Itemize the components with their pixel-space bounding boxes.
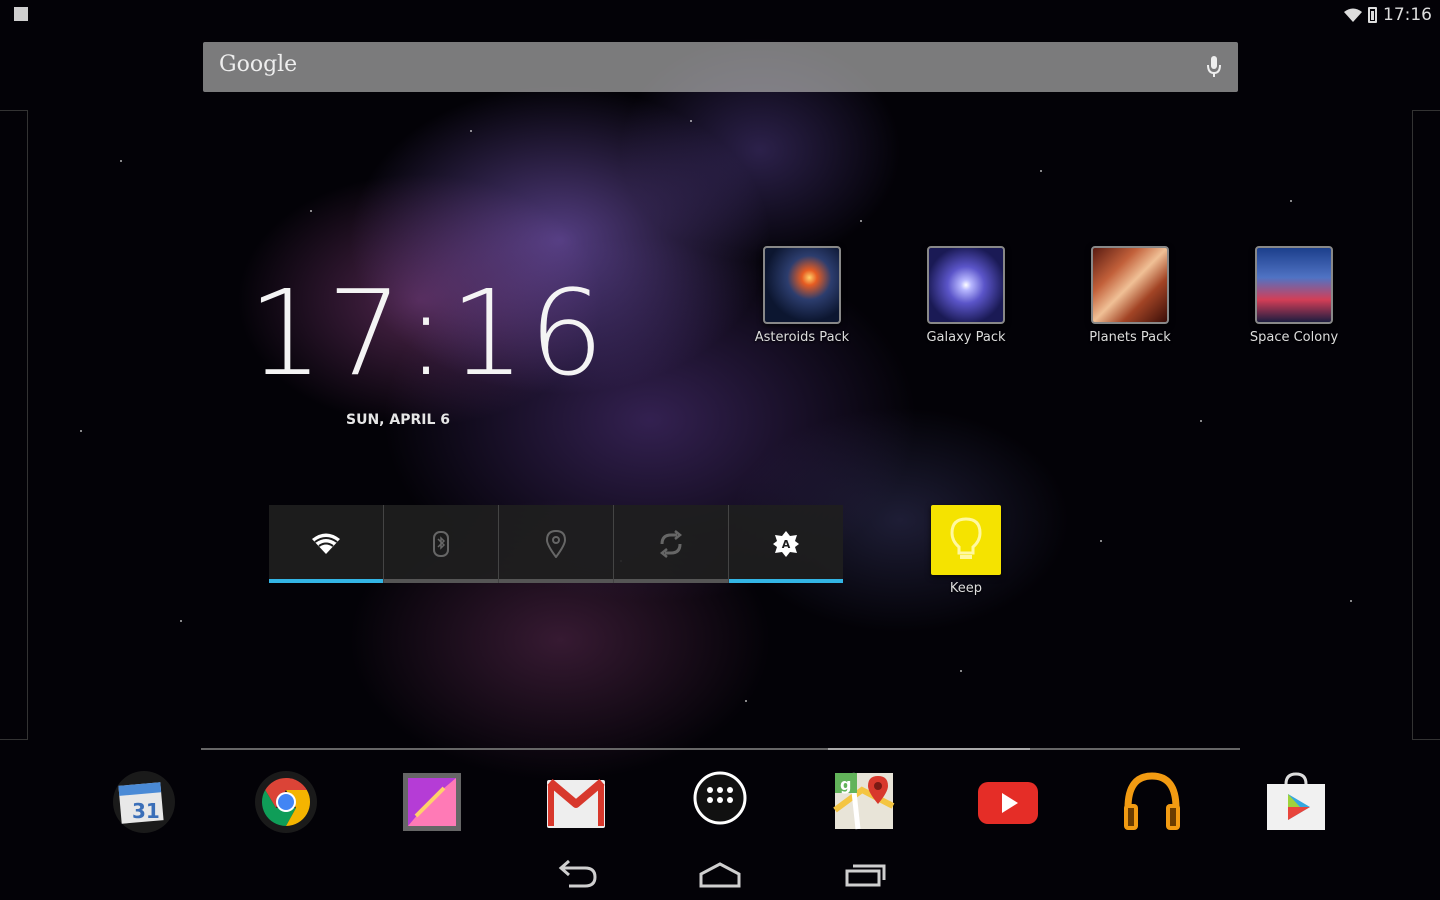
app-space-colony[interactable]: Space Colony [1234,246,1354,345]
keep-icon [931,505,1001,575]
gallery-icon [403,773,461,831]
app-label: Galaxy Pack [926,330,1006,345]
page-edge-left [0,110,28,740]
clock-widget-date: SUN, APRIL 6 [346,412,450,428]
app-label: Space Colony [1249,330,1339,345]
battery-icon [1368,7,1377,23]
app-label: Planets Pack [1089,330,1171,345]
page-edge-right [1412,110,1440,740]
toggle-wifi[interactable] [269,505,384,583]
notification-icon [14,7,28,21]
app-galaxy-pack[interactable]: Galaxy Pack [906,246,1026,345]
status-icons: 17:16 [1344,5,1432,25]
app-asteroids-pack[interactable]: Asteroids Pack [742,246,862,345]
gmail-icon [547,778,605,828]
chrome-icon [255,771,317,833]
calendar-icon: 31 [113,771,175,833]
app-label: Asteroids Pack [754,330,850,345]
dock-maps[interactable]: g [832,770,896,834]
app-planets-pack[interactable]: Planets Pack [1070,246,1190,345]
dock-chrome[interactable] [254,770,318,834]
toggle-bluetooth[interactable] [384,505,499,583]
status-time: 17:16 [1383,5,1432,25]
mic-icon[interactable] [1206,55,1222,79]
toggle-indicator [614,579,728,583]
status-bar: 17:16 [0,0,1440,30]
toggle-location[interactable] [499,505,614,583]
back-button[interactable] [555,858,599,890]
toggle-brightness[interactable]: A [729,505,843,583]
toggle-indicator [384,579,498,583]
dock-all-apps[interactable] [688,770,752,834]
play-music-icon [1124,772,1180,830]
app-label: Keep [949,581,983,596]
wifi-icon [312,533,340,554]
wallpaper [0,0,1440,900]
google-search-bar[interactable]: Google [203,42,1238,92]
page-indicator-track [201,748,1240,750]
play-store-icon [1267,772,1325,830]
toggle-sync[interactable] [614,505,729,583]
toggle-indicator [269,579,383,583]
home-button[interactable] [698,858,742,890]
dock-gallery[interactable] [400,770,464,834]
maps-icon: g [833,772,895,830]
location-icon [545,530,567,558]
power-control-widget: A [269,505,843,583]
recents-button[interactable] [844,858,888,890]
dock-calendar[interactable]: 31 [112,770,176,834]
toggle-indicator [729,579,843,583]
wifi-icon [1344,8,1362,22]
galaxy-pack-icon [927,246,1005,324]
toggle-indicator [499,579,613,583]
calendar-day: 31 [132,799,160,823]
clock-widget-time[interactable]: 17:16 [248,274,608,392]
sync-icon [659,530,683,558]
space-colony-icon [1255,246,1333,324]
dock-play-music[interactable] [1120,770,1184,834]
all-apps-icon [693,771,747,825]
youtube-icon [978,782,1038,824]
app-keep[interactable]: Keep [906,505,1026,596]
bluetooth-icon [433,531,449,557]
page-indicator-current [828,748,1030,750]
planets-pack-icon [1091,246,1169,324]
dock-youtube[interactable] [976,770,1040,834]
dock-play-store[interactable] [1264,770,1328,834]
svg-text:g: g [840,775,851,794]
google-logo: Google [219,52,298,77]
brightness-icon: A [773,531,799,557]
asteroids-pack-icon [763,246,841,324]
svg-text:A: A [782,538,791,551]
dock-gmail[interactable] [544,770,608,834]
